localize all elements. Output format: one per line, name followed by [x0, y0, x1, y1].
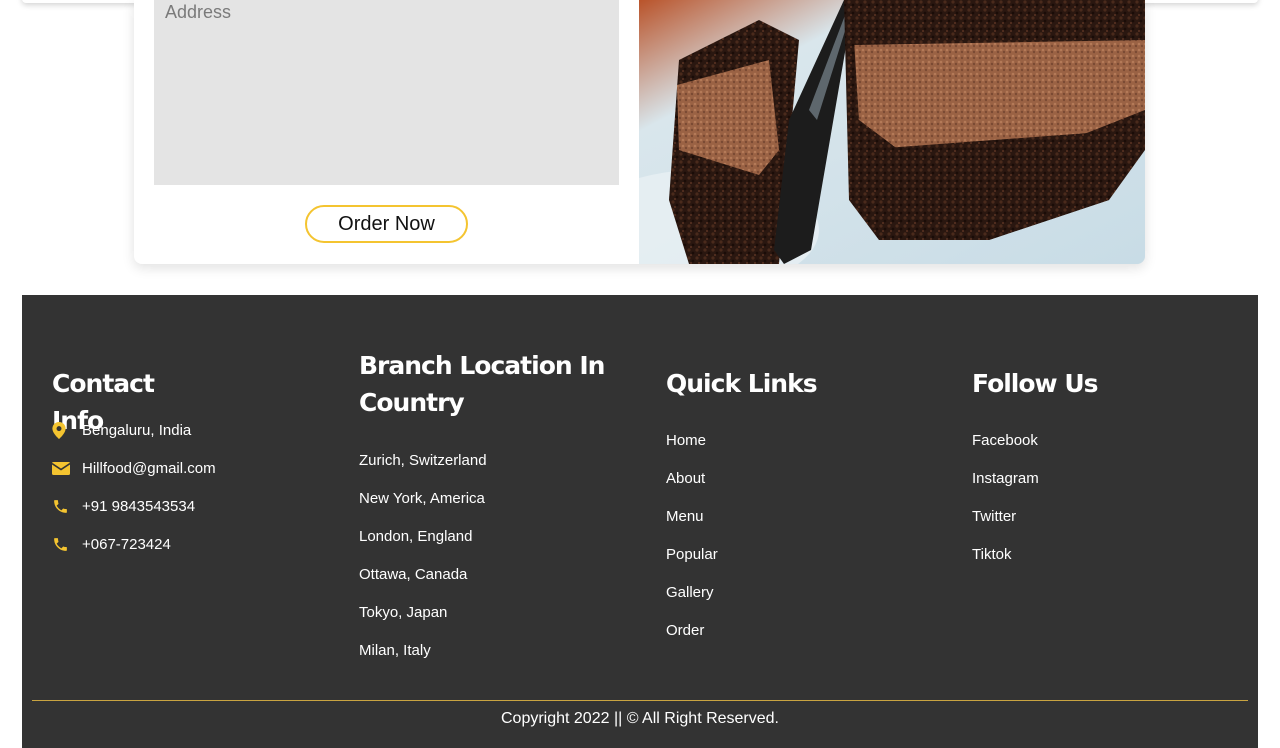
contact-list: Bengaluru, India Hillfood@gmail.com +91 …: [52, 421, 332, 573]
quick-link-about[interactable]: About: [666, 469, 946, 507]
branch-item: Zurich, Switzerland: [359, 452, 487, 469]
quick-links-list: Home About Menu Popular Gallery Order: [666, 431, 946, 659]
phone-icon: [52, 535, 70, 553]
branch-item: London, England: [359, 528, 473, 545]
branch-item: Ottawa, Canada: [359, 566, 468, 583]
chocolate-cake-image: [639, 0, 1145, 264]
branch-item: Tokyo, Japan: [359, 604, 448, 621]
social-links-list: Facebook Instagram Twitter Tiktok: [972, 431, 1232, 583]
quick-link-gallery[interactable]: Gallery: [666, 583, 946, 621]
quick-link-home[interactable]: Home: [666, 431, 946, 469]
social-link-instagram[interactable]: Instagram: [972, 469, 1232, 507]
branch-title-line-2: Country: [359, 388, 465, 417]
quick-link-popular[interactable]: Popular: [666, 545, 946, 583]
footer-divider: [32, 700, 1248, 701]
address-input[interactable]: [154, 0, 619, 185]
contact-phone-1-text[interactable]: +91 9843543534: [82, 497, 195, 517]
contact-email-text[interactable]: Hillfood@gmail.com: [82, 459, 216, 479]
order-now-button[interactable]: Order Now: [305, 205, 468, 243]
contact-item-phone-2[interactable]: +067-723424: [52, 535, 332, 573]
social-link-tiktok[interactable]: Tiktok: [972, 545, 1232, 583]
follow-us-title: Follow Us: [972, 369, 1099, 398]
branch-title-line-1: Branch Location In: [359, 351, 605, 380]
quick-link-menu[interactable]: Menu: [666, 507, 946, 545]
envelope-icon: [52, 459, 70, 477]
contact-location-text: Bengaluru, India: [82, 422, 192, 439]
map-pin-icon: [52, 421, 70, 439]
branch-item: Milan, Italy: [359, 642, 431, 659]
social-link-twitter[interactable]: Twitter: [972, 507, 1232, 545]
branch-location-title: Branch Location In Country: [359, 347, 639, 421]
social-link-facebook[interactable]: Facebook: [972, 431, 1232, 469]
site-footer: Contact Info Bengaluru, India Hillfood@g…: [22, 295, 1258, 748]
branch-list: Zurich, Switzerland New York, America Lo…: [359, 451, 639, 679]
contact-phone-2-text[interactable]: +067-723424: [82, 535, 171, 555]
contact-item-email[interactable]: Hillfood@gmail.com: [52, 459, 332, 497]
order-card: Order Now: [134, 0, 1145, 264]
phone-icon: [52, 497, 70, 515]
quick-links-title: Quick Links: [666, 369, 818, 398]
contact-item-phone-1[interactable]: +91 9843543534: [52, 497, 332, 535]
quick-link-order[interactable]: Order: [666, 621, 946, 659]
copyright-text: Copyright 2022 || © All Right Reserved.: [500, 710, 779, 727]
branch-item: New York, America: [359, 490, 485, 507]
contact-item-location: Bengaluru, India: [52, 421, 332, 459]
